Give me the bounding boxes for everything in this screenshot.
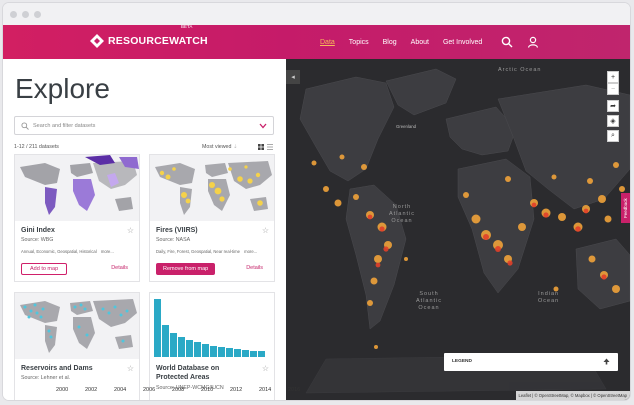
- card-tags-more[interactable]: more...: [101, 249, 114, 254]
- card-title[interactable]: World Database on Protected Areas: [156, 365, 252, 382]
- add-to-map-button[interactable]: Add to map: [21, 263, 68, 275]
- card-thumbnail: [15, 293, 139, 359]
- dataset-card-fires[interactable]: Fires (VIIRS) ☆ Source: NASA Daily, Fire…: [149, 154, 275, 282]
- user-icon[interactable]: [527, 36, 539, 48]
- main-nav: Data Topics Blog About Get Involved: [320, 39, 496, 46]
- card-title[interactable]: Reservoirs and Dams: [21, 365, 93, 372]
- legend-title: LEGEND: [452, 359, 472, 364]
- card-source: Source: NASA: [156, 237, 191, 243]
- timeline-tick: 2012: [230, 387, 243, 393]
- panel-collapse-button[interactable]: ◂: [286, 70, 300, 84]
- map-label-indian: Indian Ocean: [538, 291, 560, 304]
- map-label-greenland: Greenland: [396, 124, 417, 129]
- timeline-tick: 2000: [56, 387, 69, 393]
- browser-window: RESOURCEWATCH BETA Data Topics Blog Abou…: [3, 3, 630, 400]
- remove-from-map-button[interactable]: Remove from map: [156, 263, 216, 275]
- nav-item-get-involved[interactable]: Get Involved: [443, 39, 482, 46]
- card-tags: Daily, Fire, Forest, Geospatial, Near re…: [156, 249, 257, 254]
- map-label-arctic: Arctic Ocean: [498, 67, 542, 73]
- timeline-tick: 2014: [259, 387, 272, 393]
- map-legend[interactable]: LEGEND: [444, 353, 618, 371]
- nav-item-blog[interactable]: Blog: [383, 39, 397, 46]
- reservoirs-map-thumbnail: [15, 293, 139, 359]
- details-link[interactable]: Details: [111, 265, 128, 271]
- search-placeholder: Search and filter datasets: [33, 122, 96, 129]
- page-title: Explore: [15, 73, 110, 104]
- map-label-north-atlantic: North Atlantic Ocean: [389, 204, 416, 224]
- zoom-in-button[interactable]: +: [607, 71, 619, 83]
- gini-map-thumbnail: [15, 155, 139, 221]
- card-thumbnail: [150, 155, 274, 221]
- card-tags-more[interactable]: more...: [244, 249, 257, 254]
- feedback-tab[interactable]: Feedback: [621, 193, 630, 223]
- card-source: Source: Lehner et al.: [21, 375, 71, 381]
- map-view[interactable]: ◂ Arctic Ocean North Atlantic Ocean Sout…: [286, 59, 630, 400]
- timeline-axis: 2000 2002 2004 2006 2008 2010 2012 2014 …: [3, 384, 630, 400]
- chevron-down-icon[interactable]: [259, 123, 267, 129]
- sort-arrow-icon: ⇣: [232, 144, 238, 150]
- nav-item-data[interactable]: Data: [320, 39, 335, 46]
- sort-dropdown[interactable]: Most viewed ⇣: [202, 144, 237, 150]
- sort-label: Most viewed: [202, 144, 232, 150]
- window-dot-maximize[interactable]: [34, 10, 41, 18]
- details-link[interactable]: Details: [246, 265, 263, 271]
- explore-panel: Explore Search and filter datasets 1-12 …: [3, 59, 286, 400]
- site-logo[interactable]: RESOURCEWATCH: [90, 34, 208, 48]
- card-tags-text: Annual, Economic, Geospatial, Historical: [21, 249, 97, 254]
- window-dot-close[interactable]: [10, 10, 17, 18]
- star-icon[interactable]: ☆: [262, 226, 269, 235]
- map-search-icon[interactable]: ⌕: [607, 130, 619, 142]
- window-dot-minimize[interactable]: [22, 10, 29, 18]
- star-icon[interactable]: ☆: [127, 364, 134, 373]
- dataset-card-gini[interactable]: Gini Index ☆ Source: WBG Annual, Economi…: [14, 154, 140, 282]
- beta-badge: BETA: [181, 24, 193, 29]
- top-navigation: RESOURCEWATCH BETA Data Topics Blog Abou…: [3, 24, 630, 59]
- share-icon[interactable]: ➦: [607, 100, 619, 112]
- search-field-icon: [21, 122, 29, 130]
- grid-view-icon[interactable]: [258, 144, 264, 150]
- dataset-count: 1-12 / 211 datasets: [14, 144, 59, 150]
- star-icon[interactable]: ☆: [262, 364, 269, 373]
- card-thumbnail: [150, 293, 274, 359]
- basemap-layers-icon[interactable]: ◈: [607, 115, 619, 127]
- timeline-tick: 2002: [85, 387, 98, 393]
- nav-item-about[interactable]: About: [411, 39, 429, 46]
- fires-map-thumbnail: [150, 155, 274, 221]
- timeline-tick: 2010: [201, 387, 214, 393]
- zoom-out-button[interactable]: −: [607, 83, 619, 95]
- card-thumbnail: [15, 155, 139, 221]
- timeline-tick: 2016: [288, 387, 301, 393]
- resourcewatch-logo-icon: [90, 34, 104, 48]
- timeline-tick: 2008: [172, 387, 185, 393]
- world-map[interactable]: [286, 59, 630, 400]
- nav-item-topics[interactable]: Topics: [349, 39, 369, 46]
- wdpa-histogram-thumbnail: [150, 293, 274, 359]
- card-title[interactable]: Gini Index: [21, 227, 55, 234]
- timeline-tick: 2006: [143, 387, 156, 393]
- search-input[interactable]: Search and filter datasets: [14, 116, 274, 135]
- logo-text: RESOURCEWATCH: [108, 35, 208, 47]
- card-source: Source: WBG: [21, 237, 54, 243]
- star-icon[interactable]: ☆: [127, 226, 134, 235]
- card-tags: Annual, Economic, Geospatial, Historical…: [21, 249, 114, 254]
- chevron-up-icon[interactable]: [603, 358, 610, 365]
- map-label-south-atlantic: South Atlantic Ocean: [416, 291, 443, 311]
- timeline-tick: 2004: [114, 387, 127, 393]
- card-tags-text: Daily, Fire, Forest, Geospatial, Near re…: [156, 249, 240, 254]
- list-view-icon[interactable]: [267, 144, 273, 150]
- search-icon[interactable]: [501, 36, 513, 48]
- card-title[interactable]: Fires (VIIRS): [156, 227, 198, 234]
- window-chrome: [3, 3, 630, 25]
